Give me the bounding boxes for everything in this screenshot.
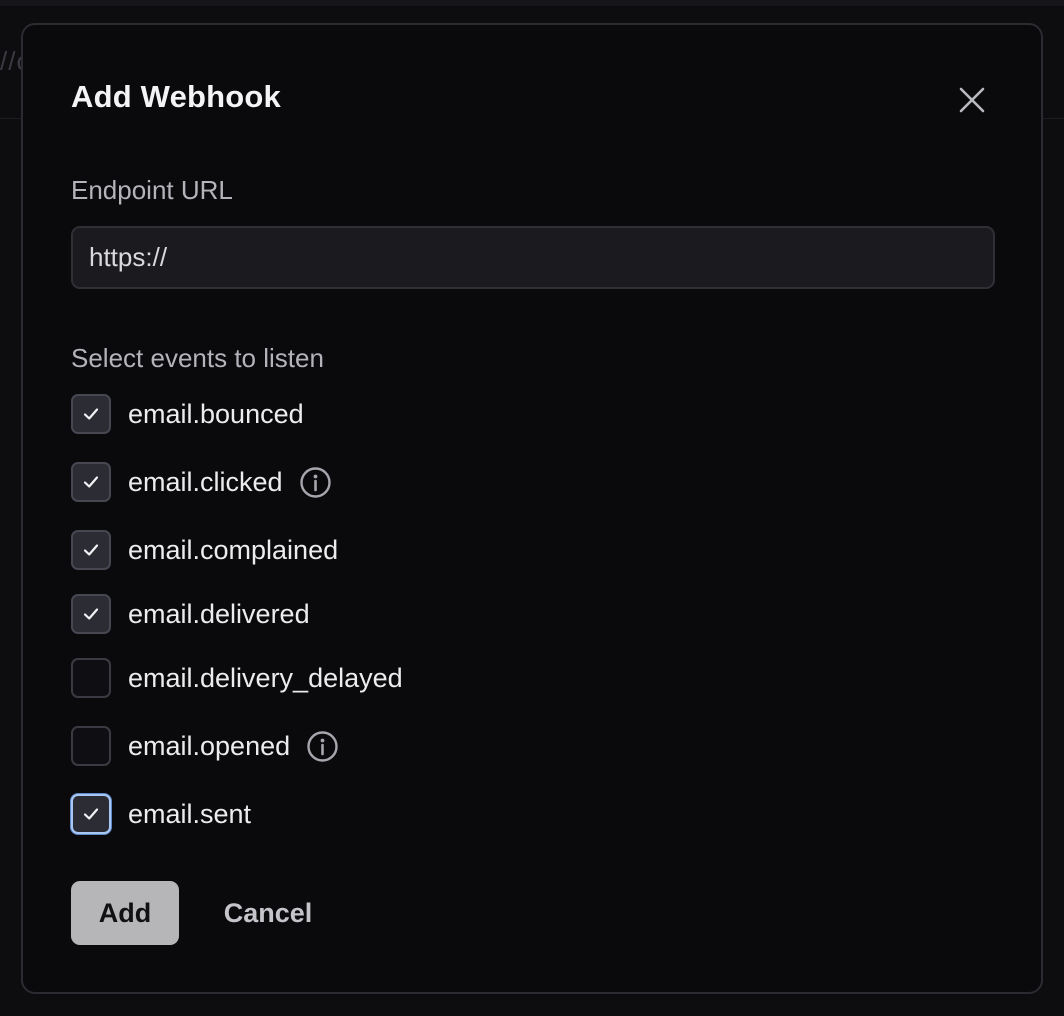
event-name: email.complained [128, 534, 339, 565]
event-checkbox[interactable] [71, 530, 111, 570]
event-checkbox[interactable] [71, 794, 111, 834]
event-name: email.clicked [128, 466, 283, 497]
endpoint-url-label: Endpoint URL [71, 175, 233, 205]
dialog-title: Add Webhook [71, 79, 281, 114]
event-row-email-delivery-delayed[interactable]: email.delivery_delayed [71, 658, 403, 698]
endpoint-url-input[interactable] [71, 226, 995, 289]
info-icon[interactable] [306, 730, 339, 763]
add-webhook-dialog: Add Webhook Endpoint URL Select events t… [21, 23, 1043, 994]
backdrop-top-bar [0, 0, 1064, 6]
events-label: Select events to listen [71, 343, 324, 373]
close-icon [959, 87, 985, 113]
event-checkbox[interactable] [71, 658, 111, 698]
event-name: email.sent [128, 798, 252, 829]
event-name: email.bounced [128, 398, 304, 429]
check-icon [83, 544, 99, 556]
event-row-email-clicked[interactable]: email.clicked [71, 462, 332, 502]
event-name: email.delivered [128, 598, 310, 629]
event-checkbox[interactable] [71, 394, 111, 434]
event-checkbox[interactable] [71, 726, 111, 766]
event-name: email.delivery_delayed [128, 662, 403, 693]
event-checkbox[interactable] [71, 462, 111, 502]
check-icon [83, 608, 99, 620]
event-row-email-sent[interactable]: email.sent [71, 794, 251, 834]
check-icon [83, 476, 99, 488]
event-name: email.opened [128, 730, 291, 761]
check-icon [83, 408, 99, 420]
close-button[interactable] [953, 81, 991, 119]
event-checkbox[interactable] [71, 594, 111, 634]
add-button[interactable]: Add [71, 881, 179, 945]
event-row-email-delivered[interactable]: email.delivered [71, 594, 310, 634]
event-row-email-bounced[interactable]: email.bounced [71, 394, 304, 434]
cancel-button[interactable]: Cancel [201, 881, 335, 945]
event-row-email-complained[interactable]: email.complained [71, 530, 338, 570]
check-icon [83, 808, 99, 820]
event-row-email-opened[interactable]: email.opened [71, 726, 339, 766]
info-icon[interactable] [299, 466, 332, 499]
